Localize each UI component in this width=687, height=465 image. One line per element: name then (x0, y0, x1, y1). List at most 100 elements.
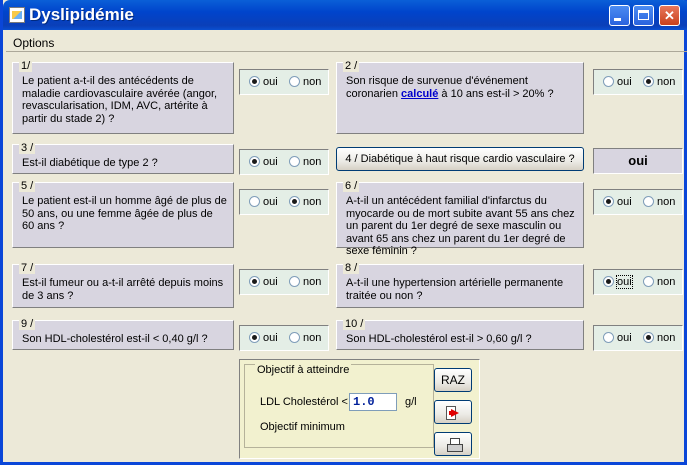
maximize-button[interactable] (633, 5, 654, 26)
radio-icon (289, 156, 300, 167)
answer-5: oui non (239, 189, 329, 215)
question-text: Le patient a-t-il des antécédents de mal… (22, 75, 218, 125)
question-4-button[interactable]: 4 / Diabétique à haut risque cardio vasc… (336, 147, 584, 171)
question-text: Son HDL-cholestérol est-il < 0,40 g/l ? (22, 333, 208, 345)
answer-7-non[interactable]: non (289, 276, 321, 290)
answer-9: oui non (239, 325, 329, 351)
radio-label: oui (617, 196, 632, 208)
radio-icon (643, 332, 654, 343)
radio-label: oui (263, 332, 278, 344)
question-4-result: oui (593, 148, 683, 174)
client-area: 1/ Le patient a-t-il des antécédents de … (6, 51, 687, 463)
radio-icon (249, 196, 260, 207)
main-window: Dyslipidémie ✕ Options 1/ Le patient a-t… (0, 0, 687, 465)
answer-10-non[interactable]: non (643, 332, 675, 346)
radio-icon (249, 156, 260, 167)
radio-icon (289, 196, 300, 207)
radio-label: non (303, 196, 322, 208)
radio-icon (603, 196, 614, 207)
radio-icon (289, 276, 300, 287)
question-text: Son HDL-cholestérol est-il > 0,60 g/l ? (346, 333, 532, 345)
question-text: A-t-il une hypertension artérielle perma… (346, 277, 564, 302)
answer-9-oui[interactable]: oui (249, 332, 278, 346)
question-number: 6 / (343, 180, 360, 192)
radio-label: non (657, 332, 676, 344)
radio-label: oui (263, 196, 278, 208)
answer-3: oui non (239, 149, 329, 175)
answer-7-oui[interactable]: oui (249, 276, 278, 290)
answer-8-non[interactable]: non (643, 276, 675, 290)
answer-10: oui non (593, 325, 683, 351)
radio-icon (289, 332, 300, 343)
radio-icon (603, 76, 614, 87)
question-number: 5 / (19, 180, 36, 192)
window-title: Dyslipidémie (29, 5, 134, 24)
answer-1-non[interactable]: non (289, 76, 321, 90)
question-number: 1/ (19, 60, 33, 72)
radio-label: non (657, 196, 676, 208)
radio-label: non (657, 276, 676, 288)
close-button[interactable]: ✕ (659, 5, 680, 26)
radio-label: oui (617, 76, 632, 88)
question-9: 9 / Son HDL-cholestérol est-il < 0,40 g/… (12, 318, 234, 350)
radio-icon (643, 196, 654, 207)
answer-2: oui non (593, 69, 683, 95)
answer-2-non[interactable]: non (643, 76, 675, 90)
answer-8: oui non (593, 269, 683, 295)
question-10: 10 / Son HDL-cholestérol est-il > 0,60 g… (336, 318, 584, 350)
question-7: 7 / Est-il fumeur ou a-t-il arrêté depui… (12, 262, 234, 308)
answer-6-oui[interactable]: oui (603, 196, 632, 210)
answer-9-non[interactable]: non (289, 332, 321, 346)
question-number: 9 / (19, 318, 36, 330)
answer-5-oui[interactable]: oui (249, 196, 278, 210)
question-text: Son risque de survenue d'événement coron… (346, 75, 577, 100)
answer-6: oui non (593, 189, 683, 215)
question-8: 8 / A-t-il une hypertension artérielle p… (336, 262, 584, 308)
radio-icon (603, 276, 614, 287)
radio-icon (643, 76, 654, 87)
objective-legend: Objectif à atteindre (255, 364, 352, 376)
radio-icon (249, 276, 260, 287)
question-text: Le patient est-il un homme âgé de plus d… (22, 195, 227, 232)
question-text: A-t-il un antécédent familial d'infarctu… (346, 195, 575, 257)
objective-group: Objectif à atteindre LDL Cholestérol < 1… (244, 364, 434, 448)
answer-1-oui[interactable]: oui (249, 76, 278, 90)
close-icon: ✕ (664, 8, 675, 23)
maximize-icon (638, 10, 649, 20)
ldl-unit: g/l (405, 396, 417, 408)
question-number: 8 / (343, 262, 360, 274)
question-number: 3 / (19, 142, 36, 154)
answer-2-oui[interactable]: oui (603, 76, 632, 90)
question-1: 1/ Le patient a-t-il des antécédents de … (12, 60, 234, 134)
objective-minimum-label: Objectif minimum (260, 421, 345, 433)
minimize-button[interactable] (609, 5, 630, 26)
radio-label: oui (616, 275, 633, 289)
minimize-icon (614, 18, 621, 21)
reset-button[interactable]: RAZ (434, 368, 472, 392)
menu-options[interactable]: Options (13, 36, 54, 50)
radio-label: non (303, 332, 322, 344)
radio-label: oui (263, 76, 278, 88)
answer-8-oui[interactable]: oui (603, 275, 633, 290)
question-text-part: à 10 ans est-il > 20% ? (438, 87, 554, 100)
print-button[interactable] (434, 432, 472, 456)
export-button[interactable] (434, 400, 472, 424)
question-number: 2 / (343, 60, 360, 72)
answer-3-oui[interactable]: oui (249, 156, 278, 170)
title-bar[interactable]: Dyslipidémie ✕ (3, 0, 687, 30)
ldl-value-field[interactable]: 1.0 (349, 393, 397, 411)
calculate-link[interactable]: calculé (401, 88, 438, 100)
radio-label: non (657, 76, 676, 88)
radio-label: non (303, 276, 322, 288)
app-icon[interactable] (9, 7, 25, 23)
answer-5-non[interactable]: non (289, 196, 321, 210)
radio-label: oui (263, 276, 278, 288)
question-text: Est-il fumeur ou a-t-il arrêté depuis mo… (22, 277, 224, 302)
export-icon (446, 406, 462, 420)
answer-3-non[interactable]: non (289, 156, 321, 170)
radio-label: non (303, 76, 322, 88)
question-3: 3 / Est-il diabétique de type 2 ? (12, 142, 234, 174)
answer-6-non[interactable]: non (643, 196, 675, 210)
answer-1: oui non (239, 69, 329, 95)
answer-10-oui[interactable]: oui (603, 332, 632, 346)
